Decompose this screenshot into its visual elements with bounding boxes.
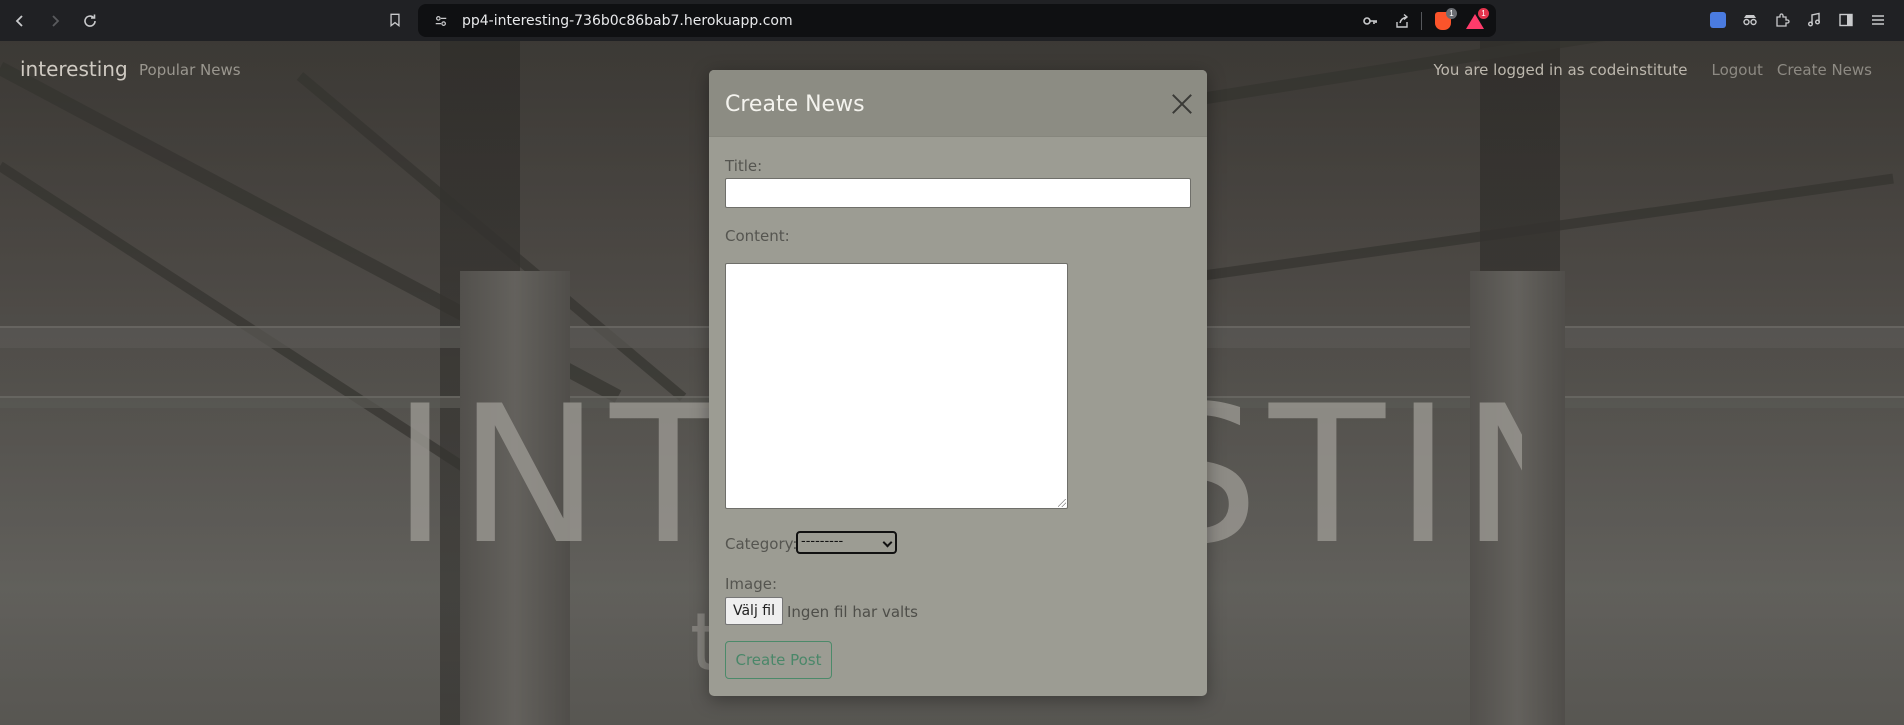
nav-popular-news[interactable]: Popular News	[139, 61, 241, 79]
back-arrow-icon	[15, 14, 23, 27]
create-post-button[interactable]: Create Post	[725, 641, 832, 679]
forward-arrow-icon	[52, 14, 60, 27]
url-text[interactable]: pp4-interesting-736b0c86bab7.herokuapp.c…	[462, 13, 793, 29]
file-status-text: Ingen fil har valts	[787, 603, 918, 621]
brave-rewards-icon[interactable]: 1	[1460, 6, 1490, 36]
choose-file-button[interactable]: Välj fil	[725, 597, 783, 625]
media-controls-icon[interactable]	[1798, 5, 1830, 35]
forward-button[interactable]	[40, 6, 70, 36]
title-input[interactable]	[725, 178, 1191, 208]
bookmark-button[interactable]	[380, 5, 410, 35]
category-label: Category:	[725, 535, 798, 553]
chevron-down-icon	[882, 537, 893, 548]
shields-badge: 1	[1446, 8, 1457, 19]
menu-icon[interactable]	[1862, 5, 1894, 35]
rewards-badge: 1	[1478, 8, 1489, 19]
content-label: Content:	[725, 227, 790, 245]
browser-toolbar: pp4-interesting-736b0c86bab7.herokuapp.c…	[0, 0, 1904, 41]
share-icon[interactable]	[1387, 6, 1417, 36]
nav-create-news[interactable]: Create News	[1777, 61, 1872, 79]
password-key-icon[interactable]	[1355, 6, 1385, 36]
extensions-puzzle-icon[interactable]	[1766, 5, 1798, 35]
nav-logout[interactable]: Logout	[1711, 61, 1762, 79]
category-selected-value: ---------	[801, 534, 844, 549]
modal-header: Create News	[709, 70, 1207, 137]
resize-handle[interactable]	[1058, 499, 1066, 507]
close-icon[interactable]	[1171, 93, 1193, 115]
bitwarden-extension-icon[interactable]	[1702, 5, 1734, 35]
create-news-modal: Create News Title: Content: Category: --…	[709, 70, 1207, 696]
back-button[interactable]	[5, 6, 35, 36]
spy-extension-icon[interactable]	[1734, 5, 1766, 35]
url-divider	[1421, 12, 1422, 30]
site-brand[interactable]: interesting	[20, 57, 128, 81]
content-textarea[interactable]	[725, 263, 1068, 509]
reload-icon	[84, 14, 96, 27]
title-label: Title:	[725, 157, 763, 175]
tune-icon	[435, 15, 447, 26]
sidebar-toggle-icon[interactable]	[1830, 5, 1862, 35]
logged-in-status: You are logged in as codeinstitute	[1433, 61, 1688, 79]
address-bar[interactable]: pp4-interesting-736b0c86bab7.herokuapp.c…	[418, 4, 1496, 37]
reload-button[interactable]	[75, 6, 105, 36]
modal-title: Create News	[725, 92, 865, 117]
brave-shields-icon[interactable]: 1	[1428, 6, 1458, 36]
site-info-icon[interactable]	[426, 6, 456, 36]
bookmark-icon	[390, 13, 400, 28]
image-label: Image:	[725, 575, 778, 593]
category-select[interactable]: ---------	[796, 531, 897, 554]
